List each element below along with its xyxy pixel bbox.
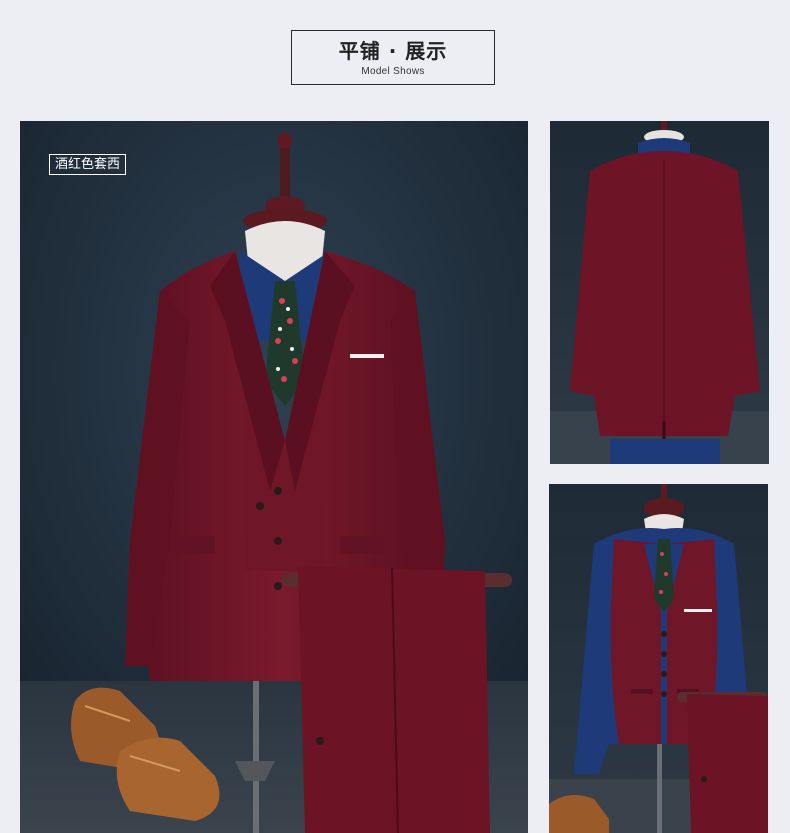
main-suit-photo: 酒红色套西 <box>20 121 528 833</box>
product-color-label: 酒红色套西 <box>49 154 127 175</box>
suit-front-image <box>20 121 528 833</box>
section-header: 平铺 · 展示 Model Shows <box>291 30 495 85</box>
vest-image <box>549 484 768 833</box>
suit-back-image <box>550 121 769 464</box>
suit-back-photo <box>550 121 769 464</box>
section-subtitle: Model Shows <box>361 66 425 77</box>
section-title: 平铺 · 展示 <box>338 39 448 63</box>
vest-photo <box>549 484 768 833</box>
